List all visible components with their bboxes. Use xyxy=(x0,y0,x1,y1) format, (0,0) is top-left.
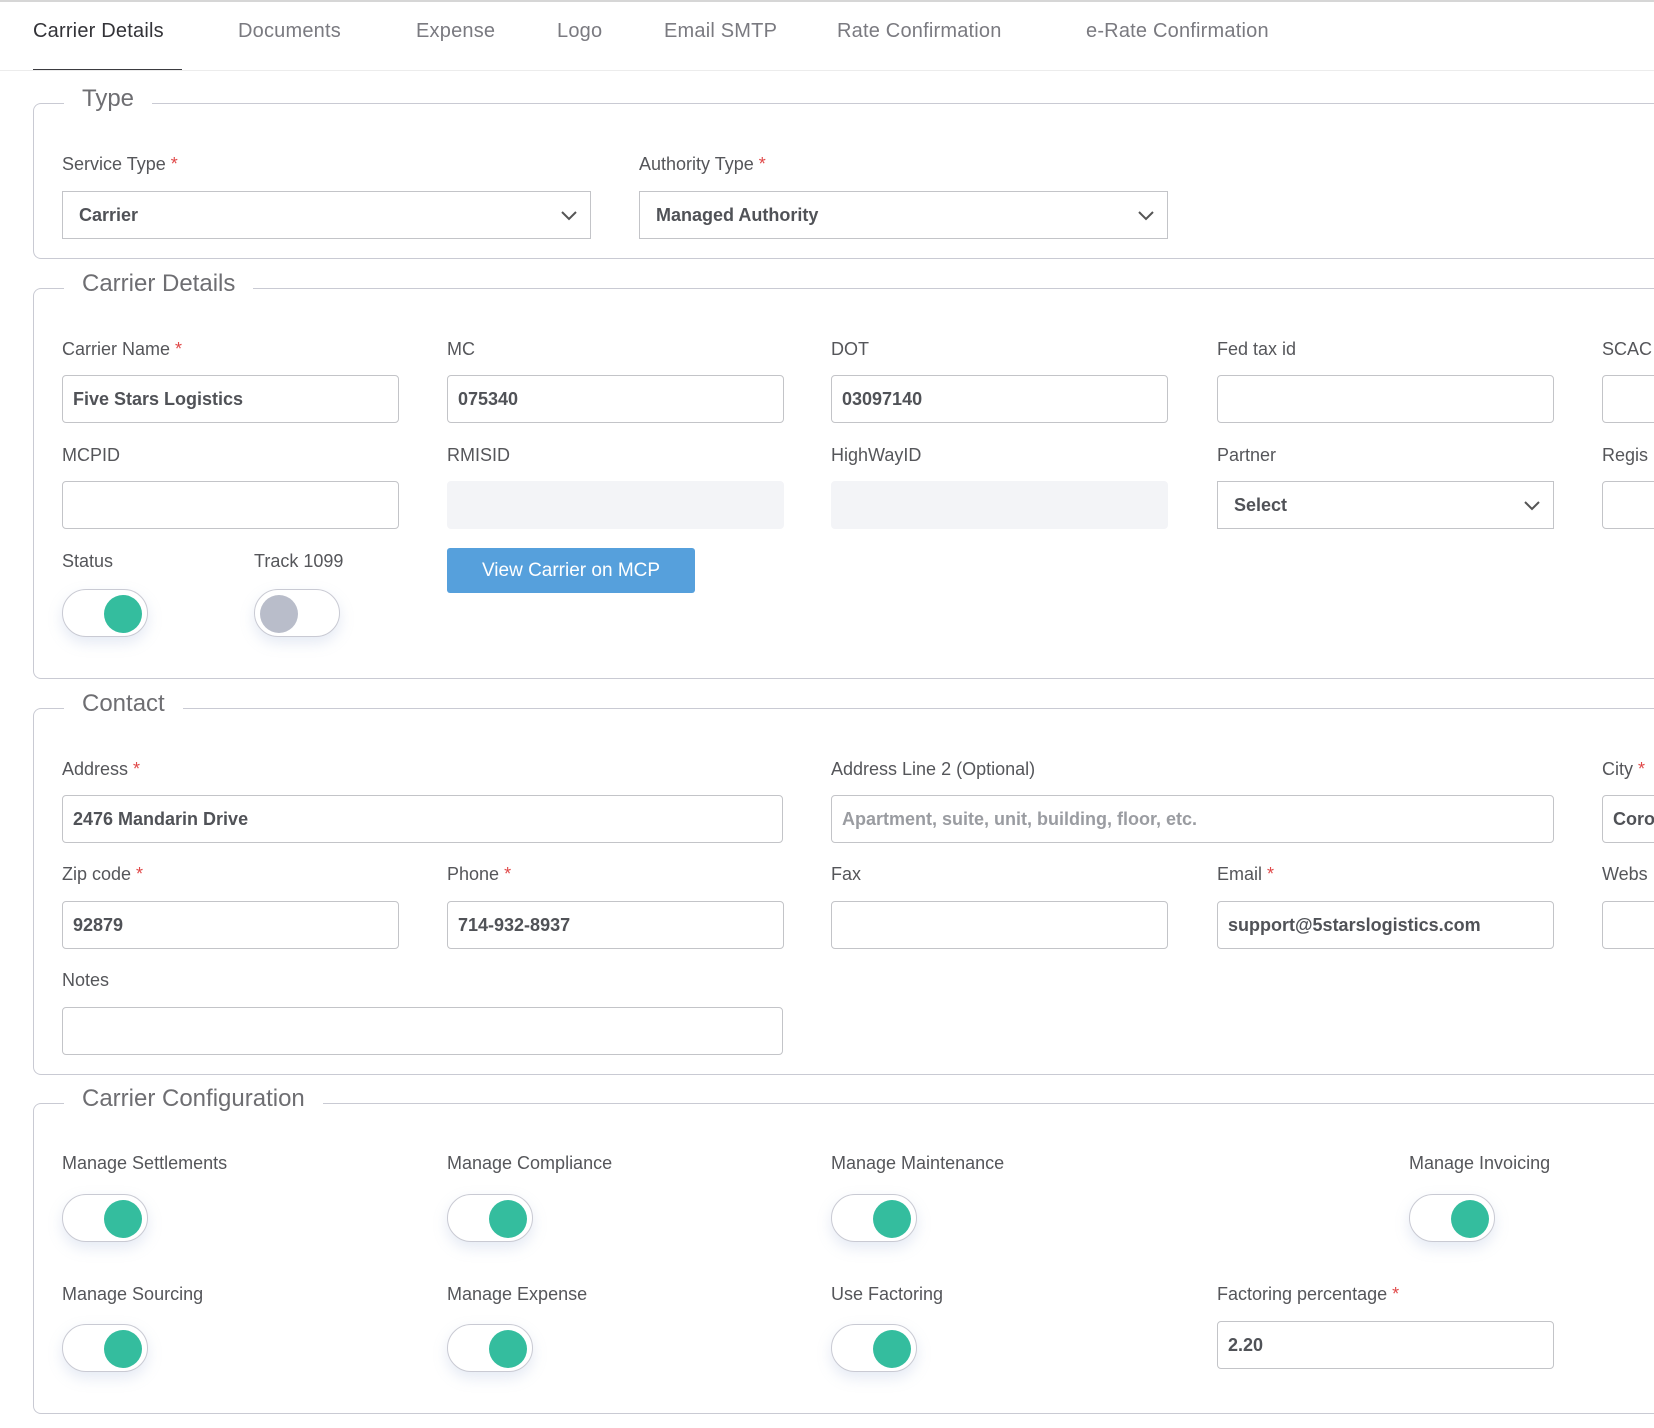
use-factoring-label: Use Factoring xyxy=(831,1284,944,1304)
toggle-knob xyxy=(873,1200,911,1238)
authority-type-select[interactable]: Managed Authority xyxy=(639,191,1168,239)
notes-label: Notes xyxy=(62,970,110,990)
chevron-down-icon xyxy=(1524,501,1540,511)
status-label: Status xyxy=(62,551,114,571)
mc-input[interactable]: 075340 xyxy=(447,375,784,423)
manage-maintenance-toggle[interactable] xyxy=(831,1194,917,1242)
address-input[interactable]: 2476 Mandarin Drive xyxy=(62,795,783,843)
email-label: Email * xyxy=(1217,864,1275,884)
tab-email-smtp[interactable]: Email SMTP xyxy=(664,20,777,43)
dot-input[interactable]: 03097140 xyxy=(831,375,1168,423)
carrier-name-input[interactable]: Five Stars Logistics xyxy=(62,375,399,423)
status-toggle[interactable] xyxy=(62,589,148,637)
zip-code-input[interactable]: 92879 xyxy=(62,901,399,949)
email-input[interactable]: support@5starslogistics.com xyxy=(1217,901,1554,949)
regis-label: Regis xyxy=(1602,445,1649,465)
tab-carrier-details[interactable]: Carrier Details xyxy=(33,20,164,43)
service-type-label: Service Type * xyxy=(62,154,178,174)
service-type-select[interactable]: Carrier xyxy=(62,191,591,239)
phone-label: Phone * xyxy=(447,864,512,884)
carrier-name-label: Carrier Name * xyxy=(62,339,183,359)
city-input[interactable]: Coro xyxy=(1602,795,1654,843)
view-carrier-on-mcp-button[interactable]: View Carrier on MCP xyxy=(447,548,695,593)
tab-documents[interactable]: Documents xyxy=(238,20,341,43)
scac-label: SCAC xyxy=(1602,339,1653,359)
manage-settlements-toggle[interactable] xyxy=(62,1194,148,1242)
factoring-percentage-label: Factoring percentage * xyxy=(1217,1284,1400,1304)
tab-logo[interactable]: Logo xyxy=(557,20,602,43)
website-label: Webs xyxy=(1602,864,1648,884)
mc-label: MC xyxy=(447,339,475,359)
website-input[interactable] xyxy=(1602,901,1654,949)
factoring-percentage-input[interactable]: 2.20 xyxy=(1217,1321,1554,1369)
partner-select[interactable]: Select xyxy=(1217,481,1554,529)
highwayid-input xyxy=(831,481,1168,529)
toggle-knob xyxy=(104,1200,142,1238)
section-title-type: Type xyxy=(64,85,153,113)
section-title-carrier-details: Carrier Details xyxy=(64,270,254,298)
address-line-2-label: Address Line 2 (Optional) xyxy=(831,759,1036,779)
toggle-knob xyxy=(489,1330,527,1368)
address-label: Address * xyxy=(62,759,141,779)
regis-input[interactable] xyxy=(1602,481,1654,529)
mcpid-input[interactable] xyxy=(62,481,399,529)
track-1099-toggle[interactable] xyxy=(254,589,340,637)
tab-divider xyxy=(0,70,1654,71)
manage-expense-toggle[interactable] xyxy=(447,1324,533,1372)
use-factoring-toggle[interactable] xyxy=(831,1324,917,1372)
fax-label: Fax xyxy=(831,864,862,884)
fed-tax-id-label: Fed tax id xyxy=(1217,339,1297,359)
fed-tax-id-input[interactable] xyxy=(1217,375,1554,423)
manage-expense-label: Manage Expense xyxy=(447,1284,588,1304)
fax-input[interactable] xyxy=(831,901,1168,949)
city-label: City * xyxy=(1602,759,1646,779)
tab-rate-confirmation[interactable]: Rate Confirmation xyxy=(837,20,1002,43)
zip-code-label: Zip code * xyxy=(62,864,144,884)
manage-maintenance-label: Manage Maintenance xyxy=(831,1153,1005,1173)
section-title-contact: Contact xyxy=(64,690,183,718)
section-title-carrier-configuration: Carrier Configuration xyxy=(64,1085,323,1113)
notes-input[interactable] xyxy=(62,1007,783,1055)
rmisid-input xyxy=(447,481,784,529)
toggle-knob xyxy=(104,1330,142,1368)
address-line-2-input[interactable]: Apartment, suite, unit, building, floor,… xyxy=(831,795,1554,843)
chevron-down-icon xyxy=(561,211,577,221)
authority-type-label: Authority Type * xyxy=(639,154,766,174)
toggle-knob xyxy=(489,1200,527,1238)
highwayid-label: HighWayID xyxy=(831,445,922,465)
toggle-knob xyxy=(873,1330,911,1368)
manage-sourcing-toggle[interactable] xyxy=(62,1324,148,1372)
manage-sourcing-label: Manage Sourcing xyxy=(62,1284,204,1304)
manage-settlements-label: Manage Settlements xyxy=(62,1153,228,1173)
manage-invoicing-toggle[interactable] xyxy=(1409,1194,1495,1242)
toggle-knob xyxy=(260,595,298,633)
tab-e-rate-confirmation[interactable]: e-Rate Confirmation xyxy=(1086,20,1269,43)
partner-label: Partner xyxy=(1217,445,1277,465)
dot-label: DOT xyxy=(831,339,869,359)
phone-input[interactable]: 714-932-8937 xyxy=(447,901,784,949)
rmisid-label: RMISID xyxy=(447,445,510,465)
manage-compliance-label: Manage Compliance xyxy=(447,1153,613,1173)
track-1099-label: Track 1099 xyxy=(254,551,344,571)
toggle-knob xyxy=(1451,1200,1489,1238)
toggle-knob xyxy=(104,595,142,633)
chevron-down-icon xyxy=(1138,211,1154,221)
scac-input[interactable] xyxy=(1602,375,1654,423)
manage-compliance-toggle[interactable] xyxy=(447,1194,533,1242)
mcpid-label: MCPID xyxy=(62,445,120,465)
manage-invoicing-label: Manage Invoicing xyxy=(1409,1153,1551,1173)
tab-expense[interactable]: Expense xyxy=(416,20,495,43)
